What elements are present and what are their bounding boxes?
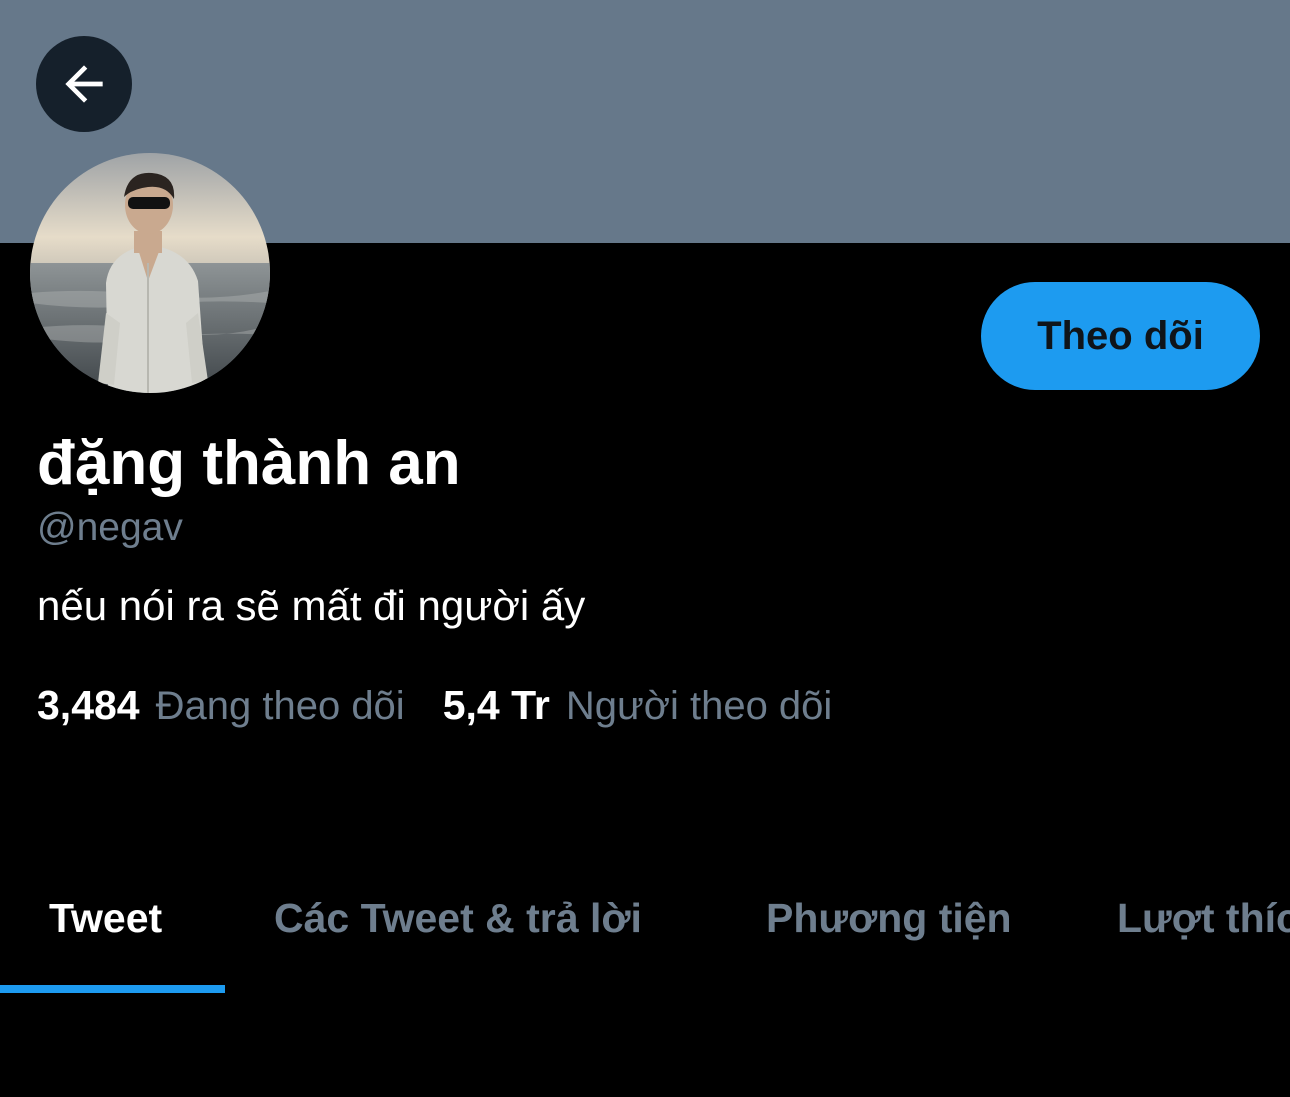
following-label: Đang theo dõi [155, 684, 405, 728]
following-count: 3,484 [37, 682, 140, 728]
followers-label: Người theo dõi [565, 684, 833, 728]
profile-handle: @negav [37, 506, 183, 549]
avatar[interactable] [30, 153, 270, 393]
active-tab-indicator [0, 985, 225, 993]
tab-tweets[interactable]: Tweet [49, 870, 162, 994]
display-name: đặng thành an [37, 429, 461, 498]
profile-screen: Theo dõi đặng thành an @negav nếu nói ra… [0, 0, 1290, 1097]
back-button[interactable] [36, 36, 132, 132]
profile-tabs: Tweet Các Tweet & trả lời Phương tiện Lư… [0, 870, 1290, 994]
profile-stats: 3,484 Đang theo dõi 5,4 Tr Người theo dõ… [37, 682, 832, 730]
arrow-left-icon [56, 56, 112, 112]
following-stat[interactable]: 3,484 Đang theo dõi [37, 682, 405, 729]
followers-count: 5,4 Tr [442, 682, 550, 728]
tab-media[interactable]: Phương tiện [766, 870, 1012, 994]
tab-tweets-and-replies[interactable]: Các Tweet & trả lời [274, 870, 642, 994]
profile-bio: nếu nói ra sẽ mất đi người ấy [37, 582, 586, 629]
followers-stat[interactable]: 5,4 Tr Người theo dõi [443, 682, 833, 729]
tab-likes[interactable]: Lượt thích [1117, 870, 1290, 994]
follow-button[interactable]: Theo dõi [981, 282, 1260, 390]
